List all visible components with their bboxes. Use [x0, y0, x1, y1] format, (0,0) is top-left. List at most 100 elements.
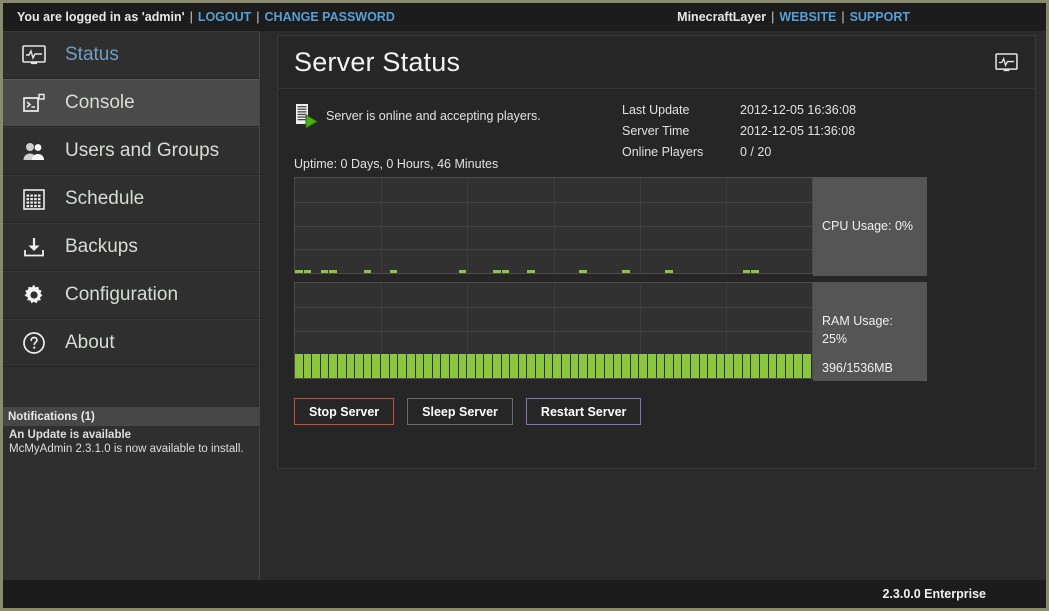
- chart-bar: [346, 354, 355, 378]
- sidebar-item-schedule[interactable]: Schedule: [3, 175, 260, 223]
- chart-bar: [303, 270, 312, 273]
- ram-percent-label: 25%: [822, 332, 848, 347]
- chart-bar: [458, 270, 467, 273]
- users-icon: [17, 136, 51, 166]
- chart-bar: [682, 354, 691, 378]
- chart-bar: [527, 270, 536, 273]
- sidebar-item-label: Schedule: [65, 188, 145, 209]
- chart-bar: [372, 354, 381, 378]
- chart-bar: [389, 270, 398, 273]
- chart-bar: [536, 354, 544, 378]
- chart-bar: [449, 354, 458, 378]
- ram-usage-chart[interactable]: [294, 282, 813, 379]
- status-info-table: Last Update 2012-12-05 16:36:08 Server T…: [622, 103, 856, 171]
- page-title: Server Status: [294, 46, 461, 77]
- chart-bar: [708, 354, 716, 378]
- server-running-icon: [294, 103, 318, 129]
- ram-usage-label: RAM Usage:: [822, 314, 893, 328]
- chart-bar: [622, 270, 630, 273]
- server-action-buttons: Stop Server Sleep Server Restart Server: [278, 381, 1035, 425]
- sidebar-item-configuration[interactable]: Configuration: [3, 271, 260, 319]
- cpu-usage-chart[interactable]: [294, 177, 813, 274]
- calendar-grid-icon: [17, 184, 51, 214]
- chart-bar: [656, 354, 665, 378]
- chart-bar: [742, 354, 751, 378]
- sidebar-item-backups[interactable]: Backups: [3, 223, 260, 271]
- status-summary: Server is online and accepting players. …: [278, 89, 1035, 171]
- chart-bar: [493, 354, 501, 378]
- session-info: You are logged in as 'admin' | LOGOUT | …: [17, 10, 395, 24]
- chart-bar: [467, 354, 475, 378]
- chart-bar: [389, 354, 398, 378]
- notifications-header[interactable]: Notifications (1): [3, 407, 260, 426]
- top-bar: You are logged in as 'admin' | LOGOUT | …: [3, 3, 1046, 31]
- support-link[interactable]: SUPPORT: [850, 10, 910, 24]
- sidebar-item-status[interactable]: Status: [3, 31, 260, 79]
- chart-bar: [587, 354, 596, 378]
- chart-bar: [630, 354, 639, 378]
- status-summary-left: Server is online and accepting players. …: [294, 103, 614, 171]
- chart-bar: [751, 270, 759, 273]
- chart-bar: [613, 354, 622, 378]
- app-window: You are logged in as 'admin' | LOGOUT | …: [0, 0, 1049, 611]
- panel-header: Server Status: [278, 36, 1035, 89]
- chart-bar: [579, 270, 587, 273]
- stop-server-button[interactable]: Stop Server: [294, 398, 395, 425]
- separator: |: [841, 10, 845, 24]
- main-content: Server Status Server is online and accep…: [260, 31, 1046, 586]
- chart-bar: [777, 354, 785, 378]
- sidebar-item-console[interactable]: Console: [3, 79, 260, 127]
- chart-bar: [493, 270, 501, 273]
- chart-bar: [398, 354, 406, 378]
- change-password-link[interactable]: CHANGE PASSWORD: [265, 10, 395, 24]
- chart-bar: [742, 270, 751, 273]
- chart-bars: [295, 283, 812, 378]
- chart-bar: [381, 354, 389, 378]
- chart-bar: [424, 354, 432, 378]
- sleep-server-button[interactable]: Sleep Server: [407, 398, 513, 425]
- chart-bar: [759, 354, 768, 378]
- chart-bar: [518, 354, 527, 378]
- chart-bar: [432, 354, 441, 378]
- chart-bar: [699, 354, 708, 378]
- chart-bar: [510, 354, 518, 378]
- sidebar-item-about[interactable]: About: [3, 319, 260, 367]
- separator: |: [189, 10, 193, 24]
- cpu-usage-readout: CPU Usage: 0%: [813, 177, 927, 276]
- cpu-usage-label: CPU Usage: 0%: [822, 219, 914, 234]
- info-table: Last Update 2012-12-05 16:36:08 Server T…: [622, 103, 856, 166]
- info-key: Server Time: [622, 124, 690, 138]
- sidebar-item-users-and-groups[interactable]: Users and Groups: [3, 127, 260, 175]
- ram-graph-block: RAM Usage: 25% 396/1536MB: [294, 282, 1019, 381]
- chart-bar: [501, 270, 510, 273]
- monitor-pulse-icon[interactable]: [993, 51, 1019, 73]
- chart-bar: [363, 270, 372, 273]
- restart-server-button[interactable]: Restart Server: [525, 398, 642, 425]
- website-link[interactable]: WEBSITE: [779, 10, 836, 24]
- notification-item[interactable]: An Update is available McMyAdmin 2.3.1.0…: [3, 429, 260, 455]
- chart-bar: [622, 354, 630, 378]
- chart-bar: [458, 354, 467, 378]
- chart-bar: [527, 354, 536, 378]
- status-message-row: Server is online and accepting players.: [294, 103, 614, 129]
- brand-label: MinecraftLayer: [677, 10, 767, 24]
- ram-amount-label: 396/1536MB: [822, 361, 893, 376]
- chart-bar: [329, 270, 338, 273]
- ram-usage-readout: RAM Usage: 25% 396/1536MB: [813, 282, 927, 381]
- sidebar-item-label: Console: [65, 92, 135, 113]
- monitor-pulse-icon: [17, 40, 51, 70]
- chart-bar: [785, 354, 794, 378]
- chart-bar: [665, 270, 673, 273]
- chart-bar: [355, 354, 363, 378]
- sidebar-item-label: About: [65, 332, 115, 353]
- chart-bar: [734, 354, 742, 378]
- chart-bar: [751, 354, 759, 378]
- uptime-label: Uptime: 0 Days, 0 Hours, 46 Minutes: [294, 157, 499, 171]
- chart-bar: [363, 354, 372, 378]
- chart-bar: [725, 354, 734, 378]
- chart-bar: [561, 354, 570, 378]
- separator: |: [256, 10, 260, 24]
- logout-link[interactable]: LOGOUT: [198, 10, 251, 24]
- chart-bar: [295, 270, 303, 273]
- notification-text: McMyAdmin 2.3.1.0 is now available to in…: [9, 443, 244, 455]
